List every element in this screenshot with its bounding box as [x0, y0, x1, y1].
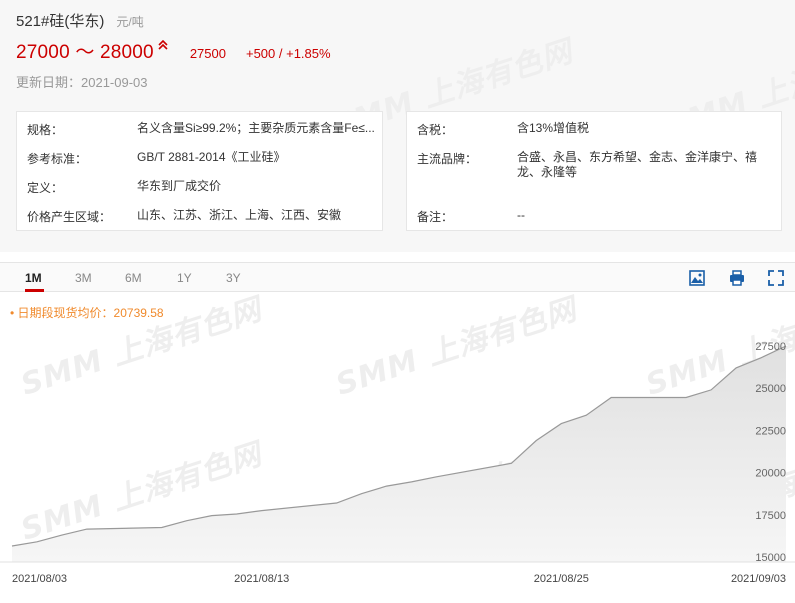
price-point[interactable] — [335, 502, 338, 505]
price-point[interactable] — [410, 480, 413, 483]
y-tick-label: 25000 — [755, 383, 786, 395]
price-change: +500 / +1.85% — [245, 46, 331, 61]
region-row: 价格产生区域： 山东、江苏、浙江、上海、江西、安徽 — [17, 208, 382, 225]
spec-key: 规格： — [27, 123, 64, 137]
y-tick-label: 20000 — [755, 468, 786, 480]
product-header-panel: 521#硅(华东) 元/吨 27000 ～ 28000 27500 +500 /… — [0, 0, 795, 252]
definition-key: 定义： — [27, 181, 64, 195]
y-tick-label: 17500 — [755, 510, 786, 522]
price-chart-svg: 15000 17500 20000 22500 25000 27500 2021/08/03… — [0, 341, 795, 585]
region-key: 价格产生区域： — [27, 210, 112, 224]
period-average-label: • 日期段现货均价：20739.58 — [10, 306, 164, 320]
price-point[interactable] — [185, 519, 188, 522]
brands-row: 主流品牌： 合盛、永昌、东方希望、金志、金洋康宁、禧龙、永隆等 — [407, 150, 781, 180]
price-up-icon — [158, 40, 168, 50]
price-point[interactable] — [235, 513, 238, 516]
definition-value: 华东到厂成交价 — [137, 179, 222, 193]
brands-value: 合盛、永昌、东方希望、金志、金洋康宁、禧龙、永隆等 — [517, 150, 758, 179]
price-point[interactable] — [385, 485, 388, 488]
price-range: 27000 ～ 28000 — [16, 42, 154, 63]
price-point[interactable] — [160, 526, 163, 529]
price-point[interactable] — [510, 462, 513, 465]
update-date: 2021-09-03 — [81, 75, 148, 90]
price-point[interactable] — [760, 356, 763, 359]
period-average-text: 日期段现货均价：20739.58 — [17, 306, 164, 320]
x-tick-label: 2021/08/25 — [534, 573, 589, 585]
price-point[interactable] — [585, 414, 588, 417]
price-point[interactable] — [610, 396, 613, 399]
product-title: 521#硅(华东) — [16, 13, 105, 30]
remark-row: 备注： -- — [407, 208, 781, 225]
update-date-label: 更新日期： — [16, 75, 82, 90]
x-tick-label: 2021/09/03 — [731, 573, 786, 585]
price-point[interactable] — [260, 509, 263, 512]
tab-1m[interactable]: 1M — [25, 271, 42, 285]
remark-key: 备注： — [417, 210, 454, 224]
spec-table-left: 规格： 名义含量Si≥99.2%；主要杂质元素含量Fe≤... 参考标准： GB… — [16, 111, 383, 231]
price-point[interactable] — [11, 545, 14, 548]
region-value: 山东、江苏、浙江、上海、江西、安徽 — [137, 208, 342, 222]
price-chart: SMM 上海有色网 SMM 上海有色网 SMM 上海有色网 SMM 上海有色网 … — [0, 292, 795, 603]
price-point[interactable] — [435, 475, 438, 478]
y-tick-label: 22500 — [755, 425, 786, 437]
tab-3y[interactable]: 3Y — [226, 271, 241, 285]
spec-table-right: 含税： 含13%增值税 主流品牌： 合盛、永昌、东方希望、金志、金洋康宁、禧龙、… — [406, 111, 782, 231]
price-point[interactable] — [360, 492, 363, 495]
update-date-row: 更新日期：2021-09-03 — [16, 72, 148, 91]
average-price: 27500 — [189, 46, 226, 61]
standard-value: GB/T 2881-2014《工业硅》 — [137, 150, 286, 164]
tab-6m[interactable]: 6M — [125, 271, 142, 285]
remark-value: -- — [517, 208, 525, 222]
y-tick-label: 15000 — [755, 552, 786, 564]
tab-3m[interactable]: 3M — [75, 271, 92, 285]
tax-value: 含13%增值税 — [517, 121, 590, 135]
price-point[interactable] — [85, 528, 88, 531]
spec-value: 名义含量Si≥99.2%；主要杂质元素含量Fe≤... — [137, 121, 375, 135]
x-tick-label: 2021/08/03 — [12, 573, 67, 585]
tax-key: 含税： — [417, 123, 454, 137]
price-point[interactable] — [560, 422, 563, 425]
brands-key: 主流品牌： — [417, 152, 478, 166]
print-icon[interactable] — [728, 269, 746, 287]
price-area — [12, 346, 786, 562]
price-point[interactable] — [535, 439, 538, 442]
price-unit: 元/吨 — [116, 15, 144, 29]
price-point[interactable] — [685, 396, 688, 399]
tab-1y[interactable]: 1Y — [177, 271, 192, 285]
standard-key: 参考标准： — [27, 152, 88, 166]
chart-toolbar: 1M 3M 6M 1Y 3Y — [0, 262, 795, 292]
price-point[interactable] — [210, 514, 213, 517]
price-point[interactable] — [36, 540, 39, 543]
y-tick-label: 27500 — [755, 341, 786, 353]
x-tick-label: 2021/08/13 — [234, 573, 289, 585]
standard-row: 参考标准： GB/T 2881-2014《工业硅》 — [17, 150, 382, 167]
definition-row: 定义： 华东到厂成交价 — [17, 179, 382, 196]
tax-row: 含税： 含13%增值税 — [407, 121, 781, 138]
price-point[interactable] — [60, 534, 63, 537]
price-point[interactable] — [735, 366, 738, 369]
fullscreen-icon[interactable] — [767, 269, 785, 287]
image-download-icon[interactable] — [688, 269, 706, 287]
spec-row: 规格： 名义含量Si≥99.2%；主要杂质元素含量Fe≤... — [17, 121, 382, 138]
price-point[interactable] — [710, 388, 713, 391]
